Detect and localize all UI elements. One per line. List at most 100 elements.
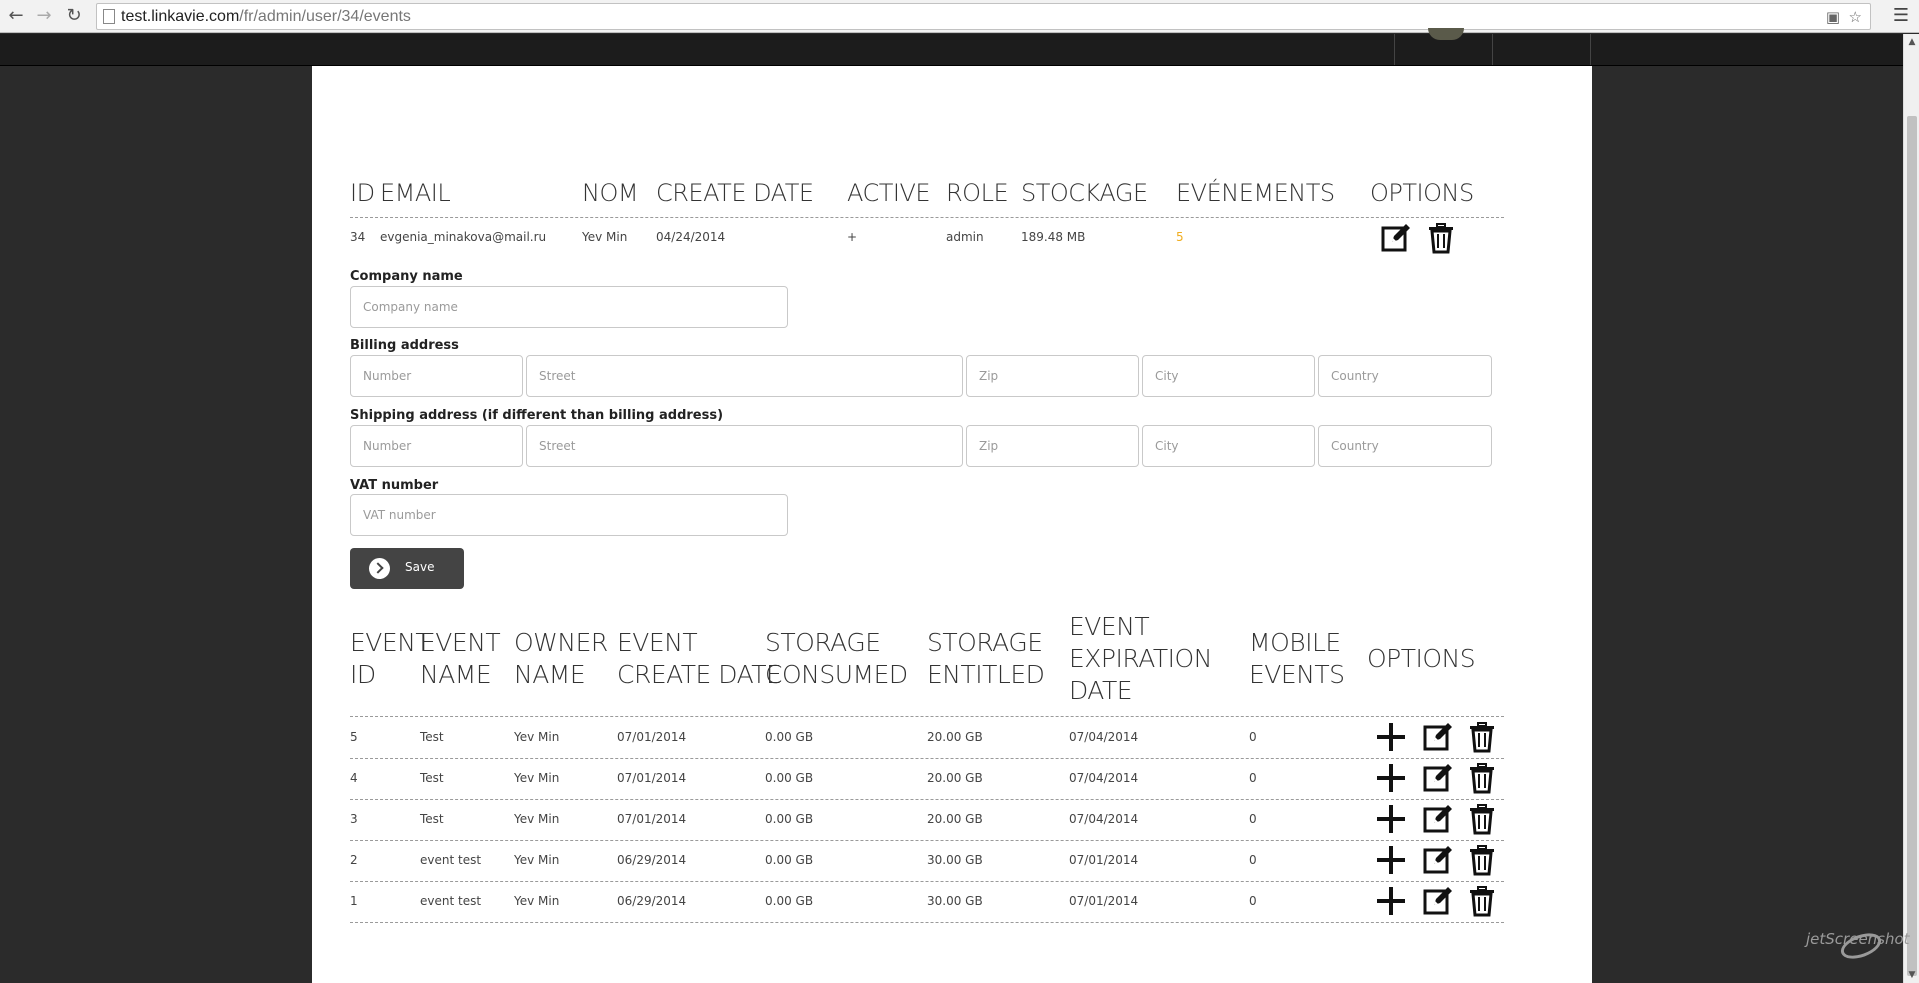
header-line: EVENT: [350, 628, 431, 657]
scroll-thumb[interactable]: [1907, 116, 1917, 976]
bookmark-star-icon[interactable]: ☆: [1849, 8, 1862, 26]
col-header-event-id: EVENT ID: [350, 627, 431, 691]
row-divider: [350, 799, 1504, 800]
col-header-event-expiration-date: EVENT EXPIRATION DATE: [1069, 611, 1212, 707]
header-line: STORAGE: [765, 628, 881, 657]
user-active: +: [847, 230, 858, 244]
scroll-down-icon[interactable]: ▼: [1904, 967, 1919, 983]
delete-event-button[interactable]: [1466, 762, 1498, 794]
header-line: CONSUMED: [765, 660, 908, 689]
trash-icon: [1429, 223, 1453, 254]
delete-event-button[interactable]: [1466, 803, 1498, 835]
add-event-button[interactable]: [1375, 721, 1407, 753]
vat-number-input[interactable]: [350, 494, 788, 536]
storage-consumed-cell: 0.00 GB: [765, 771, 814, 785]
event-name-cell: event test: [420, 853, 482, 867]
scroll-up-icon[interactable]: ▲: [1904, 34, 1919, 50]
translate-icon[interactable]: ▣: [1826, 8, 1840, 26]
mobile-events-cell: 0: [1249, 853, 1257, 867]
owner-name-cell: Yev Min: [514, 894, 560, 908]
reload-icon[interactable]: ↻: [62, 4, 86, 28]
browser-menu-icon[interactable]: ☰: [1893, 5, 1909, 26]
user-role: admin: [946, 230, 984, 244]
delete-event-button[interactable]: [1466, 844, 1498, 876]
col-header-stockage: STOCKAGE: [1021, 179, 1148, 207]
billing-number-input[interactable]: [350, 355, 523, 397]
col-header-options: OPTIONS: [1370, 179, 1474, 207]
billing-country-input[interactable]: [1318, 355, 1492, 397]
content-panel: ID EMAIL NOM CREATE DATE ACTIVE ROLE STO…: [312, 66, 1592, 983]
user-nom: Yev Min: [582, 230, 628, 244]
add-event-button[interactable]: [1375, 762, 1407, 794]
row-divider: [350, 758, 1504, 759]
storage-entitled-cell: 20.00 GB: [927, 730, 983, 744]
row-divider: [350, 881, 1504, 882]
page-scrollbar[interactable]: ▲ ▼: [1903, 34, 1919, 983]
header-line: EVENTS: [1249, 660, 1345, 689]
owner-name-cell: Yev Min: [514, 853, 560, 867]
edit-icon: [1423, 764, 1452, 792]
event-expiration-date-cell: 07/04/2014: [1069, 730, 1139, 744]
billing-zip-input[interactable]: [966, 355, 1139, 397]
storage-consumed-cell: 0.00 GB: [765, 894, 814, 908]
edit-icon: [1423, 723, 1452, 751]
add-event-button[interactable]: [1375, 844, 1407, 876]
shipping-country-input[interactable]: [1318, 425, 1492, 467]
edit-event-button[interactable]: [1422, 762, 1454, 794]
storage-entitled-cell: 20.00 GB: [927, 771, 983, 785]
col-header-role: ROLE: [946, 179, 1009, 207]
plus-icon: [1377, 764, 1405, 792]
event-create-date-cell: 06/29/2014: [617, 853, 687, 867]
edit-event-button[interactable]: [1422, 885, 1454, 917]
edit-icon: [1423, 805, 1452, 833]
col-header-owner-name: OWNER NAME: [514, 627, 608, 691]
avatar[interactable]: [1428, 28, 1464, 40]
mobile-events-cell: 0: [1249, 771, 1257, 785]
add-event-button[interactable]: [1375, 803, 1407, 835]
event-name-cell: event test: [420, 894, 482, 908]
billing-street-input[interactable]: [526, 355, 963, 397]
delete-user-button[interactable]: [1425, 222, 1457, 254]
edit-event-button[interactable]: [1422, 803, 1454, 835]
event-expiration-date-cell: 07/04/2014: [1069, 812, 1139, 826]
event-create-date-cell: 07/01/2014: [617, 812, 687, 826]
forward-arrow-icon[interactable]: →: [32, 4, 56, 28]
trash-icon: [1470, 845, 1494, 876]
trash-icon: [1470, 722, 1494, 753]
user-evenements-link[interactable]: 5: [1176, 230, 1184, 244]
save-button[interactable]: Save: [350, 548, 464, 589]
chevron-right-circle-icon: [369, 558, 390, 579]
shipping-city-input[interactable]: [1142, 425, 1315, 467]
table-divider: [350, 217, 1504, 218]
edit-user-button[interactable]: [1380, 222, 1412, 254]
shipping-street-input[interactable]: [526, 425, 963, 467]
delete-event-button[interactable]: [1466, 721, 1498, 753]
back-arrow-icon[interactable]: ←: [4, 4, 28, 28]
trash-icon: [1470, 804, 1494, 835]
edit-event-button[interactable]: [1422, 721, 1454, 753]
billing-address-label: Billing address: [350, 338, 459, 353]
header-line: MOBILE: [1249, 628, 1341, 657]
edit-event-button[interactable]: [1422, 844, 1454, 876]
trash-icon: [1470, 886, 1494, 917]
address-bar[interactable]: test.linkavie.com/fr/admin/user/34/event…: [96, 3, 1871, 30]
storage-entitled-cell: 20.00 GB: [927, 812, 983, 826]
shipping-zip-input[interactable]: [966, 425, 1139, 467]
edit-icon: [1423, 846, 1452, 874]
row-divider: [350, 840, 1504, 841]
mobile-events-cell: 0: [1249, 812, 1257, 826]
header-line: EVENT: [617, 628, 698, 657]
col-header-storage-entitled: STORAGE ENTITLED: [927, 627, 1045, 691]
billing-city-input[interactable]: [1142, 355, 1315, 397]
shipping-number-input[interactable]: [350, 425, 523, 467]
event-id-cell: 2: [350, 853, 358, 867]
storage-consumed-cell: 0.00 GB: [765, 853, 814, 867]
col-header-options: OPTIONS: [1367, 644, 1476, 673]
delete-event-button[interactable]: [1466, 885, 1498, 917]
shipping-address-label: Shipping address (if different than bill…: [350, 408, 724, 423]
company-name-input[interactable]: [350, 286, 788, 328]
plus-icon: [1377, 846, 1405, 874]
header-line: EVENT: [420, 628, 501, 657]
add-event-button[interactable]: [1375, 885, 1407, 917]
col-header-storage-consumed: STORAGE CONSUMED: [765, 627, 908, 691]
